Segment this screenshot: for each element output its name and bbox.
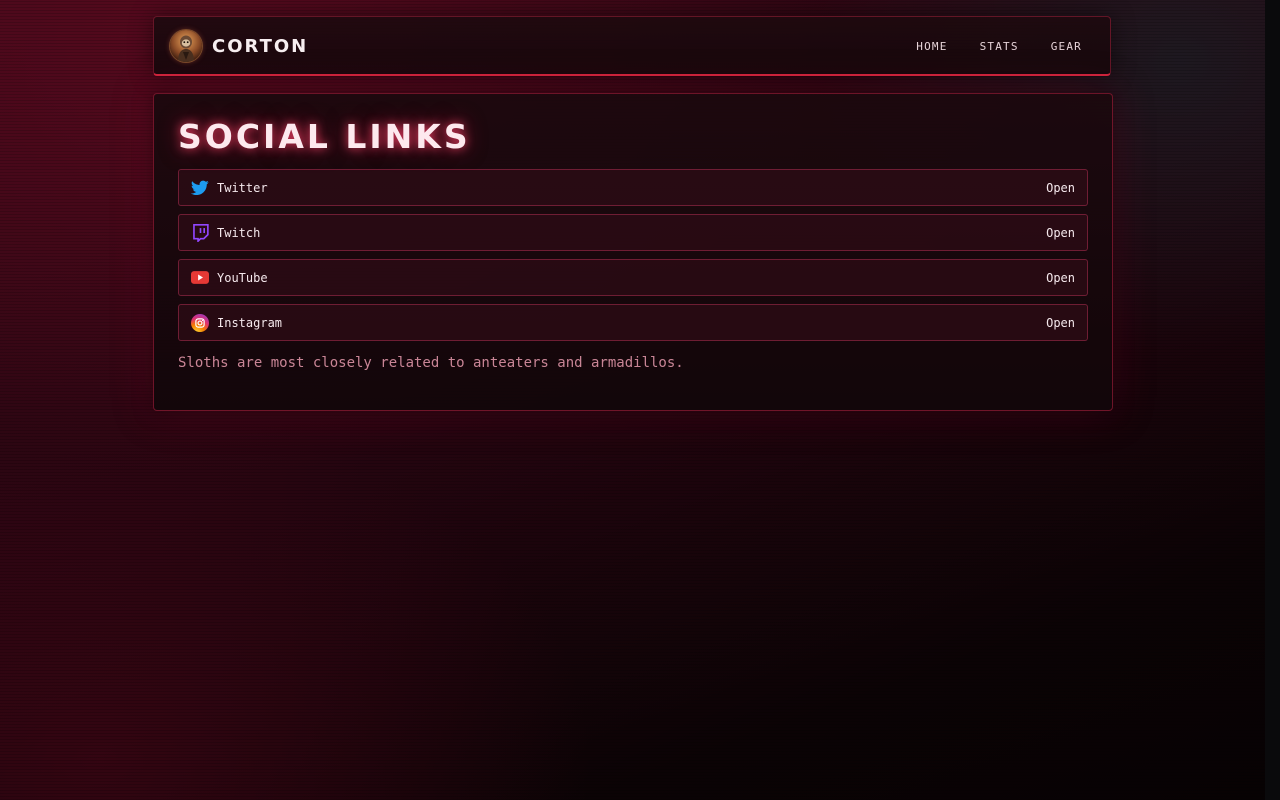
twitch-icon: [191, 223, 209, 242]
instagram-icon: [191, 313, 209, 332]
main-nav: HOME STATS GEAR: [900, 17, 1098, 75]
window-edge: [1265, 0, 1280, 800]
brand-name[interactable]: CORTON: [212, 35, 308, 59]
nav-stats[interactable]: STATS: [964, 40, 1035, 53]
fun-fact-text: Sloths are most closely related to antea…: [178, 355, 684, 371]
site-header: CORTON HOME STATS GEAR: [153, 16, 1111, 76]
twitter-icon: [191, 179, 209, 197]
social-link-label: Twitter: [217, 180, 268, 195]
social-link-label: Instagram: [217, 315, 283, 330]
open-link-button[interactable]: Open: [1046, 316, 1075, 330]
open-link-button[interactable]: Open: [1046, 181, 1075, 195]
social-link-twitter[interactable]: Twitter Open: [178, 169, 1088, 206]
youtube-icon: [191, 269, 209, 287]
social-links-card: SOCIAL LINKS Twitter Open Twitch Open Yo…: [153, 93, 1113, 411]
social-link-instagram[interactable]: Instagram Open: [178, 304, 1088, 341]
nav-gear[interactable]: GEAR: [1035, 40, 1098, 53]
social-link-label: Twitch: [217, 225, 261, 240]
avatar[interactable]: [170, 30, 202, 62]
nav-home[interactable]: HOME: [900, 40, 963, 53]
open-link-button[interactable]: Open: [1046, 226, 1075, 240]
social-link-youtube[interactable]: YouTube Open: [178, 259, 1088, 296]
social-link-twitch[interactable]: Twitch Open: [178, 214, 1088, 251]
open-link-button[interactable]: Open: [1046, 271, 1075, 285]
page-title: SOCIAL LINKS: [178, 117, 471, 156]
social-link-label: YouTube: [217, 270, 268, 285]
social-links-list: Twitter Open Twitch Open YouTube Open In…: [178, 169, 1088, 349]
